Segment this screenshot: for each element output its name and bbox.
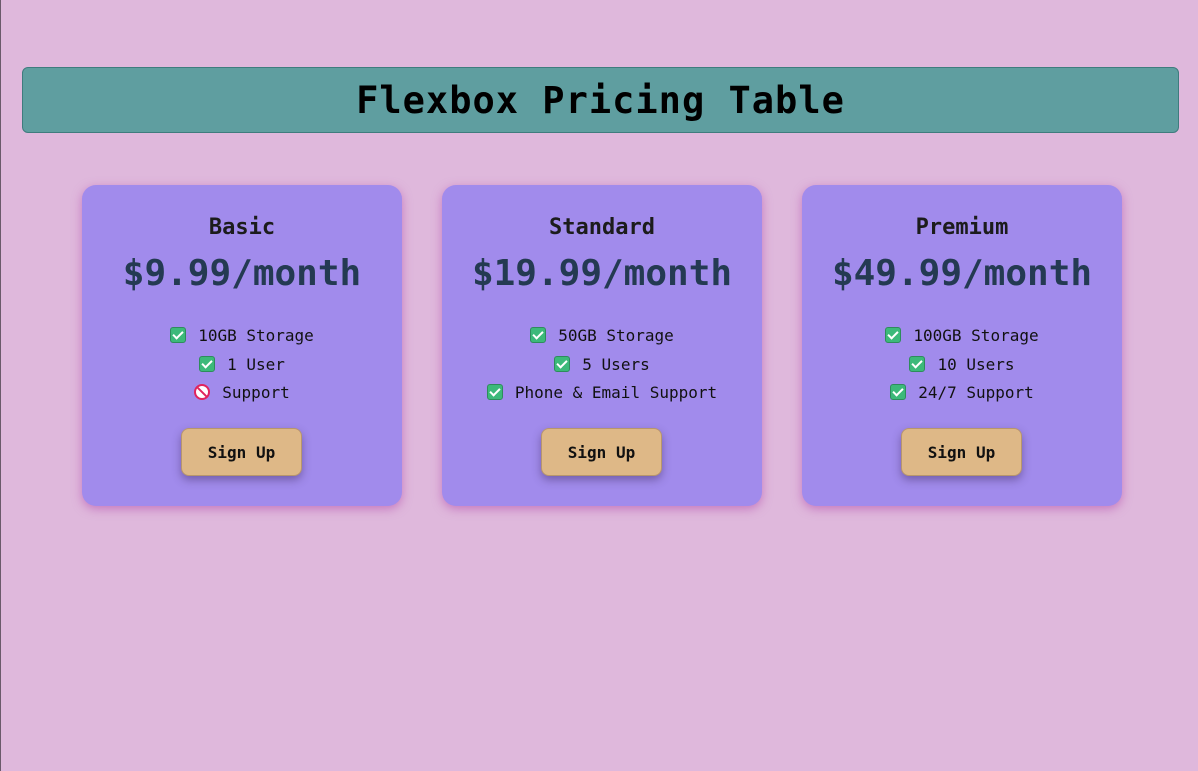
- feature-text: 24/7 Support: [918, 383, 1034, 402]
- sign-up-button-standard[interactable]: Sign Up: [541, 428, 662, 476]
- feature-text: 100GB Storage: [913, 326, 1039, 345]
- page-header: Flexbox Pricing Table: [22, 67, 1179, 133]
- check-icon: [890, 384, 907, 400]
- check-icon: [530, 327, 547, 343]
- feature-item: 100GB Storage: [802, 324, 1122, 353]
- pricing-cards: Basic $9.99/month 10GB Storage 1 User Su…: [82, 185, 1122, 506]
- page-title: Flexbox Pricing Table: [356, 78, 845, 122]
- feature-text: 10GB Storage: [198, 326, 314, 345]
- prohibited-icon: [194, 384, 211, 400]
- pricing-card-standard: Standard $19.99/month 50GB Storage 5 Use…: [442, 185, 762, 506]
- feature-item: 1 User: [82, 353, 402, 382]
- feature-text: 5 Users: [582, 354, 650, 374]
- plan-name: Premium: [915, 215, 1009, 240]
- feature-text: Phone & Email Support: [514, 383, 718, 402]
- feature-item: 10 Users: [802, 353, 1122, 382]
- feature-item: Phone & Email Support: [442, 381, 762, 410]
- feature-list: 10GB Storage 1 User Support: [82, 324, 402, 410]
- sign-up-button-basic[interactable]: Sign Up: [181, 428, 302, 476]
- feature-item: Support: [82, 381, 402, 410]
- check-icon: [486, 384, 503, 400]
- feature-list: 50GB Storage 5 Users Phone & Email Suppo…: [442, 324, 762, 410]
- pricing-card-basic: Basic $9.99/month 10GB Storage 1 User Su…: [82, 185, 402, 506]
- plan-name: Standard: [549, 215, 655, 240]
- feature-item: 10GB Storage: [82, 324, 402, 353]
- feature-text: 1 User: [227, 354, 285, 374]
- check-icon: [199, 355, 216, 372]
- feature-list: 100GB Storage 10 Users 24/7 Support: [802, 324, 1122, 410]
- plan-price: $19.99/month: [471, 253, 733, 294]
- plan-price: $49.99/month: [831, 253, 1093, 294]
- feature-text: 50GB Storage: [558, 326, 674, 345]
- pricing-card-premium: Premium $49.99/month 100GB Storage 10 Us…: [802, 185, 1122, 506]
- check-icon: [885, 327, 902, 343]
- check-icon: [170, 327, 187, 343]
- feature-item: 5 Users: [442, 353, 762, 382]
- plan-price: $9.99/month: [122, 253, 362, 294]
- feature-text: 10 Users: [937, 354, 1015, 374]
- feature-item: 50GB Storage: [442, 324, 762, 353]
- sign-up-button-premium[interactable]: Sign Up: [901, 428, 1022, 476]
- feature-item: 24/7 Support: [802, 381, 1122, 410]
- check-icon: [554, 355, 571, 372]
- check-icon: [909, 355, 926, 372]
- feature-text: Support: [222, 383, 290, 402]
- plan-name: Basic: [208, 215, 276, 240]
